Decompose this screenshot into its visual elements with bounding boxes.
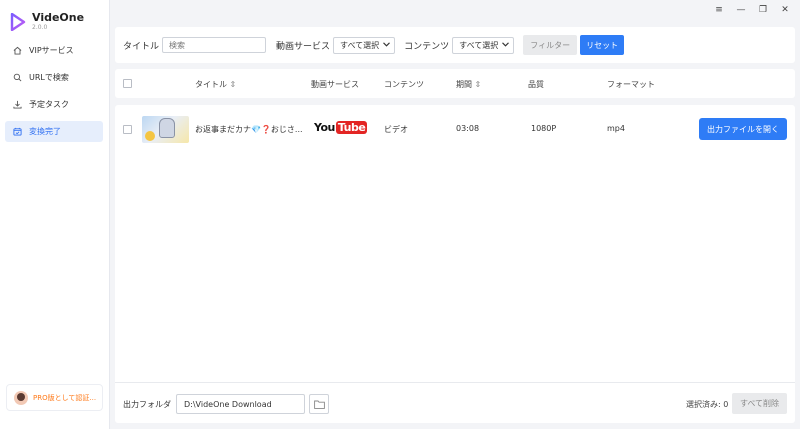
footer-bar: 出力フォルダ D:\VideOne Download 選択済み: 0 すべて削除 — [115, 382, 795, 423]
pro-label: PRO版として認証... — [33, 393, 97, 402]
calendar-check-icon — [12, 127, 22, 137]
sidebar: VideOne 2.0.0 VIPサービス URLで検索 予定タスク 変換完了 … — [0, 0, 110, 429]
chevron-down-icon — [383, 41, 391, 49]
close-icon[interactable]: ✕ — [780, 5, 790, 15]
download-icon — [12, 100, 22, 110]
row-title: お返事まだカナ💎❓おじさ... — [195, 125, 303, 134]
sidebar-item-label: URLで検索 — [29, 73, 69, 82]
search-icon — [12, 73, 22, 83]
avatar — [14, 390, 28, 405]
browse-folder-button[interactable] — [309, 394, 329, 414]
row-content: ビデオ — [384, 125, 408, 134]
sidebar-item-scheduled[interactable]: 予定タスク — [5, 94, 103, 115]
reset-button[interactable]: リセット — [580, 35, 625, 55]
youtube-logo-icon: You Tube — [314, 121, 368, 134]
content-filter-label: コンテンツ — [404, 41, 450, 52]
column-quality: 品質 — [528, 80, 544, 89]
select-all-checkbox[interactable] — [123, 79, 132, 88]
video-thumbnail — [142, 116, 189, 143]
app-logo: VideOne 2.0.0 — [10, 12, 84, 32]
app-version: 2.0.0 — [32, 24, 48, 31]
window-controls: ≡ — ❐ ✕ — [714, 5, 790, 15]
sidebar-item-vip[interactable]: VIPサービス — [5, 40, 103, 61]
row-format: mp4 — [607, 124, 625, 133]
row-quality: 1080P — [531, 124, 557, 133]
search-input[interactable] — [162, 37, 267, 53]
videone-logo-icon — [10, 13, 26, 31]
content-select-value: すべて選択 — [459, 40, 499, 50]
sidebar-item-url-search[interactable]: URLで検索 — [5, 67, 103, 88]
row-checkbox[interactable] — [123, 125, 132, 134]
column-service: 動画サービス — [311, 80, 359, 89]
output-folder-field[interactable]: D:\VideOne Download — [176, 394, 305, 414]
sidebar-item-label: 予定タスク — [29, 100, 69, 109]
filter-button[interactable]: フィルター — [523, 35, 578, 55]
folder-icon — [313, 400, 325, 409]
column-content: コンテンツ — [384, 80, 424, 89]
service-select[interactable]: すべて選択 — [333, 36, 396, 54]
table-header: タイトル ⇕ 動画サービス コンテンツ 期間 ⇕ 品質 フォーマット — [115, 69, 795, 98]
table-body: お返事まだカナ💎❓おじさ... You Tube ビデオ 03:08 1080P… — [115, 105, 795, 382]
column-duration[interactable]: 期間 ⇕ — [456, 79, 481, 90]
output-folder-label: 出力フォルダ — [123, 400, 171, 409]
service-filter-label: 動画サービス — [276, 41, 331, 52]
chevron-down-icon — [502, 41, 510, 49]
row-duration: 03:08 — [456, 124, 480, 133]
column-title[interactable]: タイトル ⇕ — [195, 79, 236, 90]
title-filter-label: タイトル — [123, 41, 160, 52]
sidebar-nav: VIPサービス URLで検索 予定タスク 変換完了 — [5, 40, 103, 148]
sidebar-item-label: 変換完了 — [29, 127, 61, 136]
app-name: VideOne — [32, 11, 85, 24]
menu-icon[interactable]: ≡ — [714, 5, 724, 15]
delete-all-button[interactable]: すべて削除 — [732, 393, 787, 414]
column-format: フォーマット — [607, 80, 655, 89]
sidebar-item-completed[interactable]: 変換完了 — [5, 121, 103, 142]
minimize-icon[interactable]: — — [736, 5, 746, 15]
pro-upgrade-banner[interactable]: PRO版として認証... — [6, 384, 103, 411]
home-icon — [12, 46, 22, 56]
content-select[interactable]: すべて選択 — [452, 36, 515, 54]
service-select-value: すべて選択 — [340, 40, 380, 50]
open-output-file-button[interactable]: 出力ファイルを開く — [699, 118, 787, 140]
selected-count: 選択済み: 0 — [686, 400, 729, 409]
table-row: お返事まだカナ💎❓おじさ... You Tube ビデオ 03:08 1080P… — [115, 105, 795, 153]
sidebar-item-label: VIPサービス — [29, 46, 74, 55]
sort-icon: ⇕ — [474, 80, 482, 89]
sort-icon: ⇕ — [229, 80, 237, 89]
restore-icon[interactable]: ❐ — [758, 5, 768, 15]
filter-bar: タイトル 動画サービス すべて選択 コンテンツ すべて選択 フィルター リセット — [115, 27, 795, 63]
